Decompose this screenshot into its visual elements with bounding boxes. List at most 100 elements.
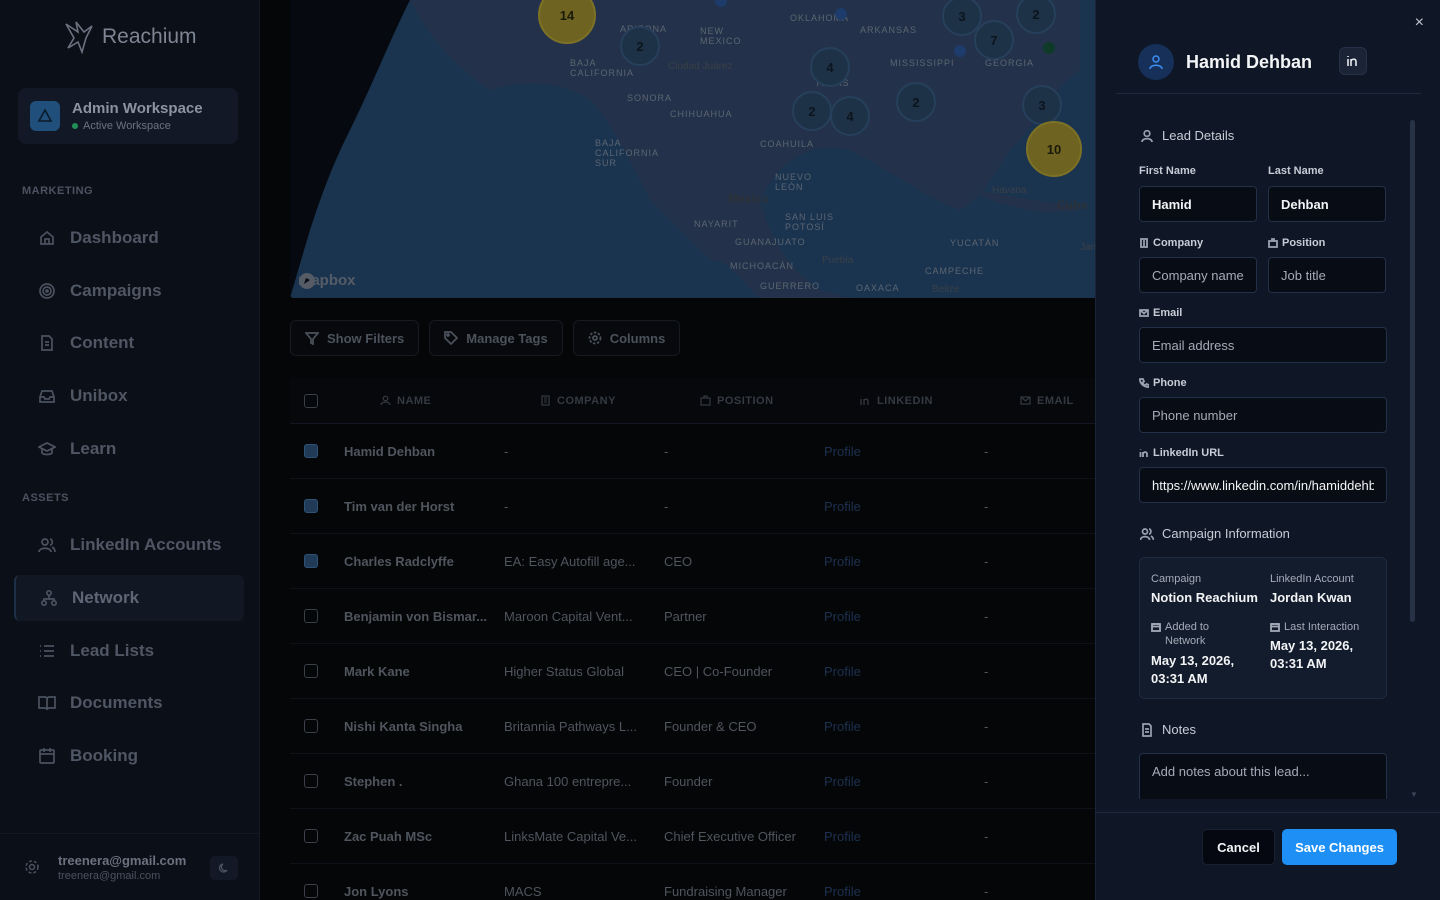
row-checkbox[interactable] (304, 609, 318, 623)
sidebar-item-documents[interactable]: Documents (14, 680, 244, 726)
table-row[interactable]: Charles Radclyffe EA: Easy Autofill age..… (290, 534, 1095, 589)
column-header-name[interactable]: NAME (344, 395, 504, 407)
scroll-down-icon[interactable]: ▼ (1410, 790, 1418, 799)
mail-icon (1139, 309, 1149, 317)
table-row[interactable]: Hamid Dehban - - Profile - (290, 424, 1095, 479)
map-cluster[interactable]: 2 (620, 26, 660, 66)
position-input[interactable] (1268, 257, 1386, 293)
last-interaction-label: Last Interaction (1270, 620, 1359, 634)
cell-linkedin-link[interactable]: Profile (824, 829, 984, 844)
position-label: Position (1268, 237, 1325, 249)
cell-name: Nishi Kanta Singha (344, 718, 463, 734)
table-row[interactable]: Benjamin von Bismar... Maroon Capital Ven… (290, 589, 1095, 644)
column-header-linkedin[interactable]: LINKEDIN (824, 395, 984, 407)
row-checkbox[interactable] (304, 884, 318, 898)
sidebar-item-network[interactable]: Network (14, 575, 244, 621)
cell-linkedin-link[interactable]: Profile (824, 444, 984, 459)
theme-toggle-button[interactable] (210, 856, 238, 880)
map-cluster[interactable]: 2 (896, 82, 936, 122)
user-account-bar[interactable]: treenera@gmail.com treenera@gmail.com (0, 833, 260, 900)
workspace-status: Active Workspace (72, 120, 203, 132)
linkedin-url-input[interactable] (1139, 467, 1387, 503)
row-checkbox[interactable] (304, 829, 318, 843)
row-checkbox[interactable] (304, 554, 318, 568)
panel-footer: Cancel Save Changes (1096, 812, 1440, 900)
sidebar-item-campaigns[interactable]: Campaigns (14, 268, 244, 314)
map-cluster[interactable]: 10 (1026, 121, 1082, 177)
notes-title: Notes (1162, 722, 1196, 737)
linkedin-profile-button[interactable] (1339, 47, 1367, 75)
show-filters-button[interactable]: Show Filters (290, 320, 420, 356)
last-name-input[interactable] (1268, 186, 1386, 222)
sidebar-item-dashboard[interactable]: Dashboard (14, 215, 244, 261)
notes-textarea[interactable] (1139, 753, 1387, 799)
row-checkbox[interactable] (304, 774, 318, 788)
row-checkbox[interactable] (304, 719, 318, 733)
map-cluster[interactable]: 4 (830, 96, 870, 136)
leads-map[interactable]: ARIZONA NEW MEXICO OKLAHOMA ARKANSAS MIS… (290, 0, 1095, 298)
phone-label-text: Phone (1153, 377, 1187, 389)
sidebar-item-content[interactable]: Content (14, 320, 244, 366)
cancel-button[interactable]: Cancel (1202, 829, 1275, 865)
last-interaction-value: May 13, 2026, 03:31 AM (1270, 638, 1354, 671)
column-header-position[interactable]: POSITION (664, 395, 824, 407)
cell-email: - (984, 828, 989, 844)
cell-linkedin-link[interactable]: Profile (824, 719, 984, 734)
row-checkbox[interactable] (304, 444, 318, 458)
columns-button[interactable]: Columns (572, 320, 681, 356)
close-panel-button[interactable]: × (1415, 14, 1424, 32)
cell-linkedin-link[interactable]: Profile (824, 554, 984, 569)
select-all-checkbox[interactable] (304, 393, 318, 408)
section-label-marketing: MARKETING (22, 185, 94, 197)
email-input[interactable] (1139, 327, 1387, 363)
column-header-email[interactable]: EMAIL (984, 395, 1084, 407)
sidebar-item-learn[interactable]: Learn (14, 426, 244, 472)
manage-tags-button[interactable]: Manage Tags (429, 320, 563, 356)
cell-linkedin-link[interactable]: Profile (824, 774, 984, 789)
table-row[interactable]: Jon Lyons MACS Fundraising Manager Profile - (290, 864, 1095, 900)
map-pin[interactable] (1043, 42, 1055, 54)
list-icon (40, 645, 54, 657)
map-pin[interactable] (835, 8, 847, 20)
cell-linkedin-link[interactable]: Profile (824, 499, 984, 514)
map-cluster[interactable]: 4 (810, 47, 850, 87)
panel-scrollbar[interactable] (1410, 120, 1415, 622)
last-name-label: Last Name (1268, 165, 1324, 177)
map-cluster[interactable]: 2 (792, 91, 832, 131)
mapbox-attribution[interactable]: mapbox (298, 272, 356, 289)
sidebar-item-linkedin-accounts[interactable]: LinkedIn Accounts (14, 522, 244, 568)
table-row[interactable]: Tim van der Horst - - Profile - (290, 479, 1095, 534)
cell-linkedin-link[interactable]: Profile (824, 664, 984, 679)
column-header-company[interactable]: COMPANY (504, 395, 664, 407)
map-region-label: NUEVO LEÓN (775, 172, 813, 192)
map-country-label: Mexico (728, 192, 769, 206)
brand-logo[interactable]: Reachium (62, 18, 197, 56)
sidebar-item-booking[interactable]: Booking (14, 733, 244, 779)
company-input[interactable] (1139, 257, 1257, 293)
table-row[interactable]: Stephen . Ghana 100 entrepre... Founder Pro… (290, 754, 1095, 809)
table-row[interactable]: Nishi Kanta Singha Britannia Pathways L..… (290, 699, 1095, 754)
workspace-switcher[interactable]: Admin Workspace Active Workspace (18, 88, 238, 144)
bird-logo-icon (65, 21, 93, 55)
row-checkbox[interactable] (304, 664, 318, 678)
gear-icon[interactable] (24, 859, 40, 875)
cell-linkedin-link[interactable]: Profile (824, 884, 984, 899)
table-row[interactable]: Zac Puah MSc LinksMate Capital Ve... Chief… (290, 809, 1095, 864)
cell-company: Britannia Pathways L... (504, 718, 637, 734)
map-cluster[interactable]: 3 (1022, 85, 1062, 125)
phone-input[interactable] (1139, 397, 1387, 433)
table-row[interactable]: Mark Kane Higher Status Global CEO | Co-Fo… (290, 644, 1095, 699)
first-name-input[interactable] (1139, 186, 1257, 222)
map-pin[interactable] (954, 45, 966, 57)
sidebar-item-unibox[interactable]: Unibox (14, 373, 244, 419)
map-cluster[interactable]: 7 (974, 20, 1014, 60)
sidebar-item-lead-lists[interactable]: Lead Lists (14, 628, 244, 674)
save-changes-button[interactable]: Save Changes (1282, 829, 1397, 865)
sidebar-item-label: Dashboard (70, 228, 159, 247)
manage-tags-label: Manage Tags (466, 330, 548, 346)
cell-linkedin-link[interactable]: Profile (824, 609, 984, 624)
cell-company: LinksMate Capital Ve... (504, 828, 637, 844)
sidebar-item-label: Learn (70, 439, 117, 458)
mail-icon (1020, 396, 1031, 405)
row-checkbox[interactable] (304, 499, 318, 513)
